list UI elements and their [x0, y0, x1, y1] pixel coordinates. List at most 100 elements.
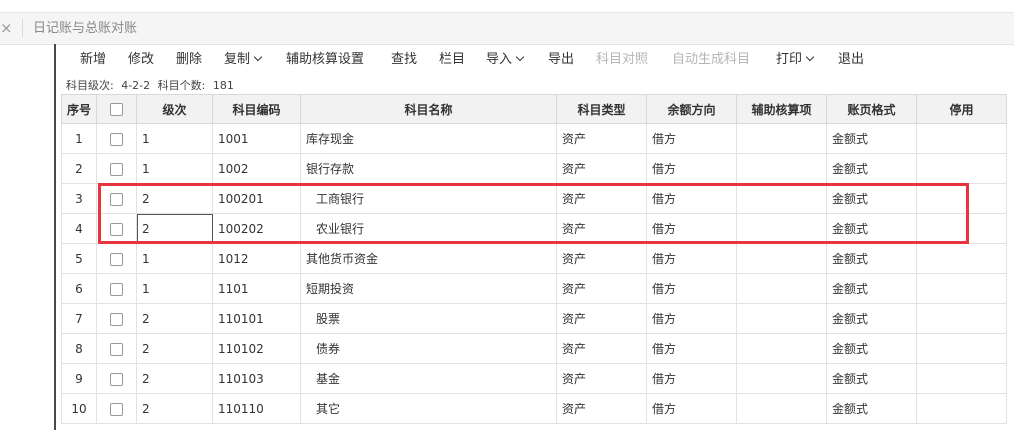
- row-level[interactable]: 2: [136, 213, 213, 244]
- col-header-direction[interactable]: 余额方向: [646, 94, 737, 124]
- row-disabled[interactable]: [916, 123, 1007, 154]
- row-name[interactable]: 农业银行: [300, 213, 557, 244]
- row-level[interactable]: 2: [136, 393, 213, 424]
- row-level[interactable]: 2: [136, 363, 213, 394]
- row-type[interactable]: 资产: [556, 243, 647, 274]
- row-format[interactable]: 金额式: [826, 393, 917, 424]
- tab-title[interactable]: 日记账与总账对账: [33, 20, 137, 38]
- find-button[interactable]: 查找: [391, 51, 417, 69]
- row-disabled[interactable]: [916, 153, 1007, 184]
- table-row[interactable]: 6 1 1101 短期投资 资产 借方 金额式: [61, 273, 1007, 304]
- row-checkbox[interactable]: [110, 312, 123, 326]
- row-checkbox[interactable]: [110, 132, 123, 146]
- table-row[interactable]: 2 1 1002 银行存款 资产 借方 金额式: [61, 153, 1007, 184]
- row-type[interactable]: 资产: [556, 273, 647, 304]
- row-type[interactable]: 资产: [556, 123, 647, 154]
- col-header-level[interactable]: 级次: [136, 94, 213, 124]
- row-disabled[interactable]: [916, 333, 1007, 364]
- row-code[interactable]: 1101: [212, 273, 301, 304]
- row-checkbox[interactable]: [110, 162, 123, 176]
- row-format[interactable]: 金额式: [826, 333, 917, 364]
- copy-dropdown-button[interactable]: 复制: [224, 51, 263, 69]
- row-level[interactable]: 1: [136, 273, 213, 304]
- row-checkbox[interactable]: [110, 402, 123, 416]
- row-type[interactable]: 资产: [556, 153, 647, 184]
- row-code[interactable]: 110102: [212, 333, 301, 364]
- row-checkbox[interactable]: [110, 192, 123, 206]
- row-format[interactable]: 金额式: [826, 303, 917, 334]
- col-header-aux[interactable]: 辅助核算项: [736, 94, 827, 124]
- table-row[interactable]: 4 2 100202 农业银行 资产 借方 金额式: [61, 213, 1007, 244]
- row-code[interactable]: 1001: [212, 123, 301, 154]
- row-disabled[interactable]: [916, 183, 1007, 214]
- table-row[interactable]: 1 1 1001 库存现金 资产 借方 金额式: [61, 123, 1007, 154]
- row-level[interactable]: 2: [136, 303, 213, 334]
- row-checkbox[interactable]: [110, 282, 123, 296]
- row-level[interactable]: 2: [136, 183, 213, 214]
- col-header-code[interactable]: 科目编码: [212, 94, 301, 124]
- row-checkbox[interactable]: [110, 342, 123, 356]
- row-name[interactable]: 工商银行: [300, 183, 557, 214]
- exit-button[interactable]: 退出: [838, 51, 864, 69]
- row-name[interactable]: 股票: [300, 303, 557, 334]
- row-aux[interactable]: [736, 303, 827, 334]
- table-row[interactable]: 10 2 110110 其它 资产 借方 金额式: [61, 393, 1007, 424]
- row-format[interactable]: 金额式: [826, 123, 917, 154]
- row-disabled[interactable]: [916, 363, 1007, 394]
- account-mapping-button[interactable]: 科目对照: [596, 51, 648, 69]
- row-aux[interactable]: [736, 123, 827, 154]
- row-code[interactable]: 100202: [212, 213, 301, 244]
- row-format[interactable]: 金额式: [826, 243, 917, 274]
- table-row[interactable]: 5 1 1012 其他货币资金 资产 借方 金额式: [61, 243, 1007, 274]
- row-name[interactable]: 其它: [300, 393, 557, 424]
- row-format[interactable]: 金额式: [826, 363, 917, 394]
- row-direction[interactable]: 借方: [646, 123, 737, 154]
- col-header-index[interactable]: 序号: [61, 94, 97, 124]
- row-checkbox[interactable]: [110, 222, 123, 236]
- row-level[interactable]: 2: [136, 333, 213, 364]
- row-level[interactable]: 1: [136, 153, 213, 184]
- col-header-select[interactable]: [96, 94, 137, 124]
- row-aux[interactable]: [736, 393, 827, 424]
- row-disabled[interactable]: [916, 243, 1007, 274]
- row-type[interactable]: 资产: [556, 363, 647, 394]
- row-aux[interactable]: [736, 363, 827, 394]
- row-direction[interactable]: 借方: [646, 153, 737, 184]
- row-direction[interactable]: 借方: [646, 243, 737, 274]
- row-disabled[interactable]: [916, 303, 1007, 334]
- row-level[interactable]: 1: [136, 123, 213, 154]
- col-header-format[interactable]: 账页格式: [826, 94, 917, 124]
- row-name[interactable]: 债券: [300, 333, 557, 364]
- row-aux[interactable]: [736, 153, 827, 184]
- row-type[interactable]: 资产: [556, 183, 647, 214]
- row-direction[interactable]: 借方: [646, 333, 737, 364]
- row-disabled[interactable]: [916, 393, 1007, 424]
- row-checkbox[interactable]: [110, 372, 123, 386]
- row-type[interactable]: 资产: [556, 213, 647, 244]
- col-header-type[interactable]: 科目类型: [556, 94, 647, 124]
- row-direction[interactable]: 借方: [646, 183, 737, 214]
- row-name[interactable]: 其他货币资金: [300, 243, 557, 274]
- table-row[interactable]: 7 2 110101 股票 资产 借方 金额式: [61, 303, 1007, 334]
- add-button[interactable]: 新增: [80, 51, 106, 69]
- row-format[interactable]: 金额式: [826, 273, 917, 304]
- row-aux[interactable]: [736, 333, 827, 364]
- row-name[interactable]: 库存现金: [300, 123, 557, 154]
- row-checkbox[interactable]: [110, 252, 123, 266]
- row-disabled[interactable]: [916, 213, 1007, 244]
- row-name[interactable]: 基金: [300, 363, 557, 394]
- print-dropdown-button[interactable]: 打印: [776, 51, 815, 69]
- columns-button[interactable]: 栏目: [439, 51, 465, 69]
- row-code[interactable]: 1012: [212, 243, 301, 274]
- row-disabled[interactable]: [916, 273, 1007, 304]
- row-direction[interactable]: 借方: [646, 213, 737, 244]
- row-code[interactable]: 100201: [212, 183, 301, 214]
- table-row[interactable]: 8 2 110102 债券 资产 借方 金额式: [61, 333, 1007, 364]
- row-code[interactable]: 110101: [212, 303, 301, 334]
- row-name[interactable]: 短期投资: [300, 273, 557, 304]
- aux-accounting-settings-button[interactable]: 辅助核算设置: [286, 51, 364, 69]
- row-aux[interactable]: [736, 213, 827, 244]
- row-level[interactable]: 1: [136, 243, 213, 274]
- row-direction[interactable]: 借方: [646, 303, 737, 334]
- table-row[interactable]: 9 2 110103 基金 资产 借方 金额式: [61, 363, 1007, 394]
